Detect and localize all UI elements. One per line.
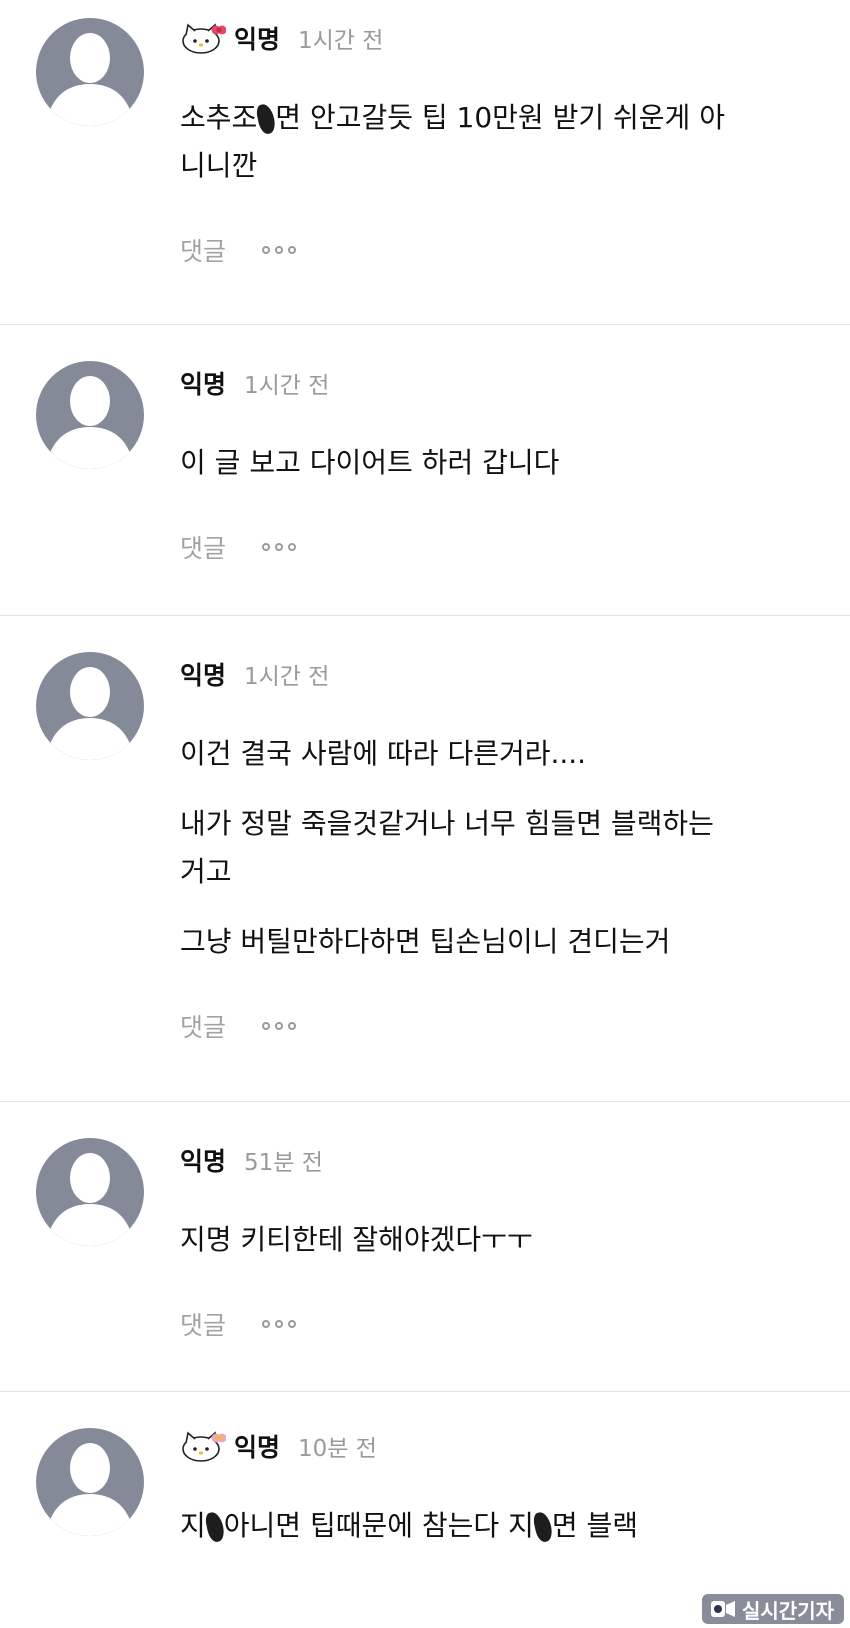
reporter-logo-icon	[711, 1601, 735, 1617]
default-profile-icon	[46, 1443, 134, 1536]
more-dot-icon	[275, 246, 284, 254]
comment-meta: 익명 1시간 전	[180, 18, 830, 58]
more-dot-icon	[288, 543, 297, 551]
default-profile-icon	[46, 667, 134, 760]
more-dot-icon	[275, 1320, 284, 1328]
comment-meta: 익명 1시간 전	[180, 363, 830, 403]
comment-actions: 댓글	[180, 230, 830, 270]
comment-text: 니니깐	[180, 149, 258, 182]
author-name[interactable]: 익명	[234, 20, 280, 56]
timestamp: 1시간 전	[244, 664, 330, 690]
hello-kitty-badge-icon	[182, 23, 226, 54]
comment-item: 익명 1시간 전 소추조 면 안고갈듯 팁 10만원 받기 쉬운게 아 니니깐 댓…	[0, 0, 850, 325]
watermark: 실시간기자	[702, 1594, 844, 1624]
comment-actions: 댓글	[180, 527, 830, 567]
comment-item: 익명 10분 전 지 아니면 팁때문에 참는다 지면 블랙	[0, 1392, 850, 1628]
comment-text: 그냥 버틸만하다하면 팁손님이니 견디는거	[180, 925, 671, 958]
comment-meta: 익명 1시간 전	[180, 654, 830, 694]
more-options-button[interactable]	[262, 543, 297, 551]
comment-text: 지 아니면 팁때문에 참는다 지면 블랙	[180, 1509, 639, 1544]
more-dot-icon	[288, 1320, 297, 1328]
avatar[interactable]	[36, 652, 144, 760]
more-dot-icon	[288, 246, 297, 254]
hello-kitty-badge-icon	[182, 1431, 226, 1462]
reply-button[interactable]: 댓글	[180, 1306, 226, 1342]
author-name[interactable]: 익명	[180, 1142, 226, 1178]
redaction-mark	[203, 1510, 226, 1544]
avatar[interactable]	[36, 1138, 144, 1246]
more-options-button[interactable]	[262, 1320, 297, 1328]
comment-item: 익명 1시간 전 이 글 보고 다이어트 하러 갑니다 댓글	[0, 325, 850, 616]
more-dot-icon	[288, 1022, 297, 1030]
comment-meta: 익명 10분 전	[180, 1426, 830, 1466]
comment-text: 지명 키티한테 잘해야겠다ㅜㅜ	[180, 1223, 533, 1256]
avatar[interactable]	[36, 1428, 144, 1536]
more-options-button[interactable]	[262, 246, 297, 254]
comment-actions: 댓글	[180, 1304, 830, 1344]
comment-feed: 익명 1시간 전 소추조 면 안고갈듯 팁 10만원 받기 쉬운게 아 니니깐 댓…	[0, 0, 850, 1628]
comment-text: 이건 결국 사람에 따라 다른거라....	[180, 737, 587, 770]
avatar[interactable]	[36, 18, 144, 126]
author-name[interactable]: 익명	[180, 656, 226, 692]
comment-item: 익명 51분 전 지명 키티한테 잘해야겠다ㅜㅜ 댓글	[0, 1102, 850, 1392]
reply-button[interactable]: 댓글	[180, 1008, 226, 1044]
more-dot-icon	[262, 1022, 271, 1030]
comment-text: 소추조 면 안고갈듯 팁 10만원 받기 쉬운게 아	[180, 101, 725, 136]
more-options-button[interactable]	[262, 1022, 297, 1030]
comment-text: 내가 정말 죽을것같거나 너무 힘들면 블랙하는	[180, 807, 714, 840]
timestamp: 51분 전	[244, 1150, 323, 1176]
default-profile-icon	[46, 376, 134, 469]
reply-button[interactable]: 댓글	[180, 529, 226, 565]
avatar[interactable]	[36, 361, 144, 469]
timestamp: 1시간 전	[244, 373, 330, 399]
timestamp: 10분 전	[298, 1436, 377, 1462]
default-profile-icon	[46, 1153, 134, 1246]
reply-button[interactable]: 댓글	[180, 232, 226, 268]
more-dot-icon	[275, 543, 284, 551]
comment-item: 익명 1시간 전 이건 결국 사람에 따라 다른거라.... 내가 정말 죽을것…	[0, 616, 850, 1102]
more-dot-icon	[262, 543, 271, 551]
author-name[interactable]: 익명	[180, 365, 226, 401]
comment-actions: 댓글	[180, 1006, 830, 1046]
comment-text: 이 글 보고 다이어트 하러 갑니다	[180, 446, 560, 479]
watermark-text: 실시간기자	[742, 1598, 834, 1623]
comment-text: 거고	[180, 855, 232, 888]
more-dot-icon	[275, 1022, 284, 1030]
author-name[interactable]: 익명	[234, 1428, 280, 1464]
redaction-mark	[255, 102, 278, 136]
more-dot-icon	[262, 246, 271, 254]
timestamp: 1시간 전	[298, 28, 384, 54]
default-profile-icon	[46, 33, 134, 126]
comment-meta: 익명 51분 전	[180, 1140, 830, 1180]
more-dot-icon	[262, 1320, 271, 1328]
redaction-mark	[531, 1510, 554, 1544]
